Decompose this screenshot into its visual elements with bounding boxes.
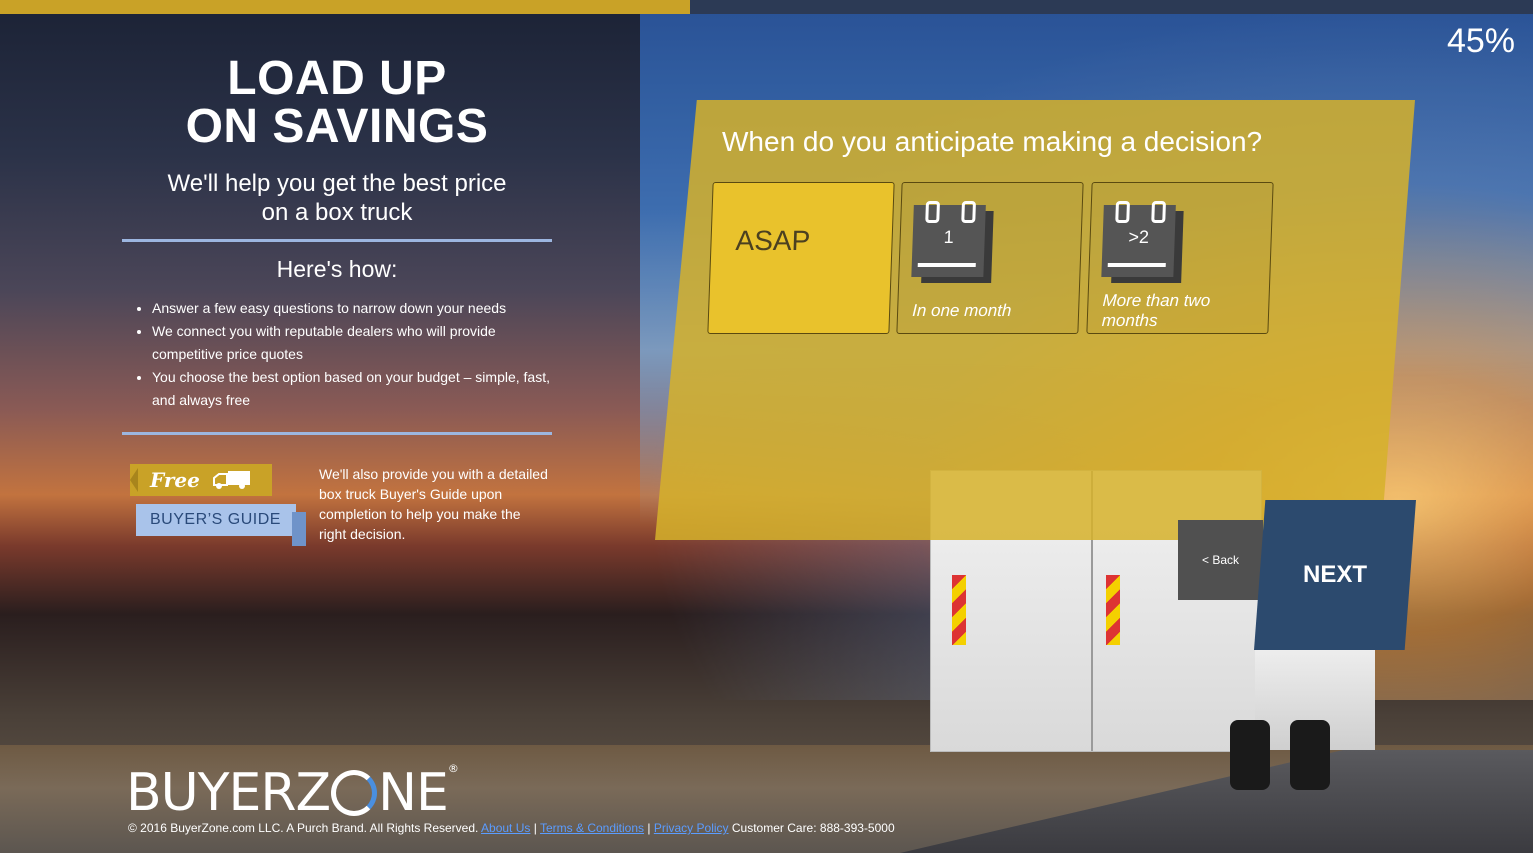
headline-line: ON SAVINGS: [185, 100, 489, 153]
footer: © 2016 BuyerZone.com LLC. A Purch Brand.…: [128, 821, 895, 835]
calendar-icon: >2: [1101, 201, 1186, 283]
free-ribbon: Free: [130, 464, 272, 496]
customer-care-text: Customer Care: 888-393-5000: [731, 821, 895, 835]
next-button[interactable]: NEXT: [1254, 500, 1416, 650]
divider: [122, 239, 552, 242]
about-us-link[interactable]: About Us: [481, 821, 530, 835]
howto-title: Here's how:: [276, 256, 398, 282]
terms-link[interactable]: Terms & Conditions: [540, 821, 644, 835]
option-one-month[interactable]: 1 In one month: [896, 182, 1084, 334]
calendar-number: 1: [943, 227, 955, 247]
option-asap[interactable]: ASAP: [707, 182, 895, 334]
headline: LOAD UP ON SAVINGS: [122, 55, 552, 151]
subheadline: We'll help you get the best price on a b…: [122, 169, 552, 227]
intro-panel: LOAD UP ON SAVINGS We'll help you get th…: [122, 55, 552, 435]
progress-bar-fill: [0, 0, 690, 14]
buyers-guide-badge: Free BUYER’S GUIDE: [122, 458, 312, 548]
back-button[interactable]: < Back: [1178, 520, 1263, 600]
list-item: We connect you with reputable dealers wh…: [152, 320, 552, 366]
subheadline-line: We'll help you get the best price: [167, 170, 507, 197]
question-text: When do you anticipate making a decision…: [722, 126, 1263, 157]
truck-wheel: [1290, 720, 1330, 790]
logo-text: NE: [378, 763, 449, 823]
truck-reflector: [1106, 575, 1120, 645]
separator: |: [533, 821, 537, 835]
logo-text: BUYERZ: [126, 763, 331, 823]
subheadline-line: on a box truck: [261, 199, 413, 226]
list-item: You choose the best option based on your…: [152, 366, 552, 412]
guide-description: We'll also provide you with a detailed b…: [319, 466, 548, 542]
headline-line: LOAD UP: [227, 52, 447, 105]
logo-o-icon: [331, 770, 378, 816]
separator: |: [647, 821, 651, 835]
progress-percent: 45%: [1446, 22, 1515, 60]
copyright-text: © 2016 BuyerZone.com LLC. A Purch Brand.…: [128, 821, 479, 835]
option-more-than-two-months[interactable]: >2 More than two months: [1086, 182, 1274, 334]
list-item: Answer a few easy questions to narrow do…: [152, 297, 552, 320]
divider: [122, 432, 552, 435]
option-label: More than two months: [1101, 291, 1211, 330]
option-label: ASAP: [735, 225, 811, 256]
progress-bar-track: [0, 0, 1533, 14]
calendar-number: >2: [1128, 227, 1150, 247]
benefit-list: Answer a few easy questions to narrow do…: [122, 297, 552, 412]
truck-icon: [213, 471, 250, 489]
free-label: Free: [150, 468, 200, 492]
registered-mark: ®: [447, 762, 459, 775]
calendar-icon: 1: [911, 201, 996, 283]
truck-wheel: [1230, 720, 1270, 790]
buyers-guide-ribbon: BUYER’S GUIDE: [136, 504, 306, 546]
buyerzone-logo: BUYERZ NE®: [126, 762, 459, 823]
option-label: In one month: [911, 301, 1012, 320]
privacy-link[interactable]: Privacy Policy: [654, 821, 729, 835]
truck-reflector: [952, 575, 966, 645]
